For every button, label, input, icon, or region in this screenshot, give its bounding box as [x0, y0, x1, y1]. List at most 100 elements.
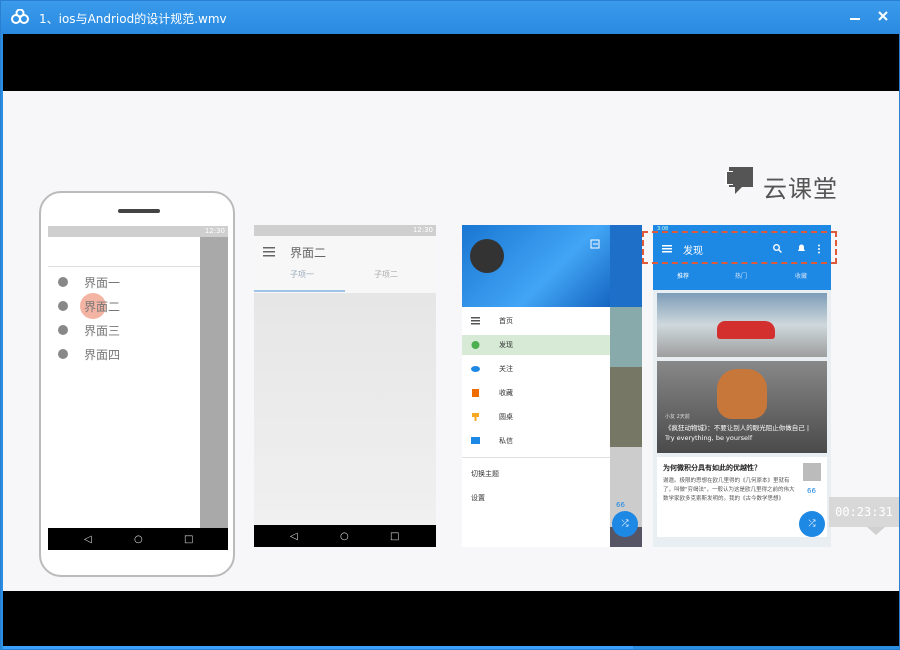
baidu-cloud-icon [11, 9, 29, 24]
status-time: 12:30 [412, 226, 433, 234]
window-title: 1、ios与Andriod的设计规范.wmv [39, 12, 227, 26]
fox-image [717, 369, 767, 419]
drawer-item-follow[interactable]: 关注 [462, 359, 610, 379]
status-bar: 12:30 [254, 225, 436, 236]
highlight-dashed-box [642, 231, 837, 264]
recents-icon: □ [184, 534, 194, 545]
content-behind-drawer: 66 ⤮ [610, 225, 642, 547]
image-behind [610, 307, 642, 367]
roundtable-icon [472, 413, 479, 421]
tab-hot[interactable]: 热门 [735, 271, 747, 280]
answer-count: 66 [616, 501, 625, 509]
image-behind-2 [610, 367, 642, 447]
player-window: 1、ios与Andriod的设计规范.wmv 云课堂 12:30 界面一 界面二… [0, 0, 900, 650]
back-icon: ◁ [290, 531, 298, 542]
fab-shuffle-button[interactable]: ⤮ [799, 511, 825, 537]
back-icon: ◁ [84, 534, 92, 545]
home-icon: ○ [340, 531, 349, 542]
card-meta: 小友 2天前 [665, 414, 690, 420]
menu-item-label: 界面一 [84, 276, 121, 290]
lecture-slide: 云课堂 12:30 界面一 界面二 界面三 界面四 ◁ ○ □ 12:30 界面… [3, 91, 899, 591]
card-title: 《疯狂动物城》：不要让别人的眼光阻止你做自己 | Try everything,… [665, 424, 810, 442]
drawer-item-label: 发现 [499, 341, 513, 349]
android-nav-bar: ◁ ○ □ [254, 525, 436, 547]
cloud-classroom-logo-icon [725, 167, 753, 194]
divider [462, 457, 610, 458]
home-icon: ○ [134, 534, 143, 545]
speaker [118, 209, 160, 213]
content-area [254, 293, 436, 525]
drawer-item-messages[interactable]: 私信 [462, 431, 610, 451]
status-time: 12:30 [204, 227, 225, 235]
recents-icon: □ [390, 531, 400, 542]
drawer-scrim [200, 237, 228, 528]
tab-2[interactable]: 子项二 [374, 269, 398, 280]
drawer-item-roundtable[interactable]: 圆桌 [462, 407, 610, 427]
logout-icon[interactable] [590, 239, 600, 249]
progress-bar[interactable] [3, 646, 633, 649]
tooltip-pointer [867, 527, 885, 535]
bullet-icon [58, 349, 68, 359]
drawer-item-label: 设置 [471, 494, 485, 502]
car-image [717, 321, 775, 339]
minimize-icon [850, 18, 860, 20]
navigation-drawer: 首页 发现 关注 收藏 圆桌 私信 切换主题 设置 [462, 225, 610, 547]
tab-favorites[interactable]: 收藏 [795, 271, 807, 280]
menu-item-label: 界面四 [84, 348, 121, 362]
drawer-header [48, 237, 200, 267]
close-button[interactable] [872, 7, 894, 27]
compass-icon [471, 341, 480, 349]
app-bar: 界面二 子项一 子项二 [254, 236, 436, 293]
logo-text: 云课堂 [763, 175, 838, 203]
list-icon [471, 317, 480, 325]
drawer-item-favorites[interactable]: 收藏 [462, 383, 610, 403]
drawer-item-home[interactable]: 首页 [462, 311, 610, 331]
tab-recommend[interactable]: 推荐 [677, 271, 689, 280]
bullet-icon [58, 301, 68, 311]
screen-discover: 3:08 发现 推荐 热门 收藏 小友 2天前 《疯狂动物城》：不要让别人的眼光… [653, 225, 831, 547]
video-area[interactable]: 云课堂 12:30 界面一 界面二 界面三 界面四 ◁ ○ □ 12:30 界面… [3, 34, 899, 646]
screen-tabs: 12:30 界面二 子项一 子项二 ◁ ○ □ [254, 225, 436, 547]
menu-item-label: 界面三 [84, 324, 121, 338]
bookmark-icon [472, 389, 479, 397]
drawer-item-settings[interactable]: 设置 [462, 488, 610, 508]
bullet-icon [58, 277, 68, 287]
tab-indicator [254, 290, 345, 292]
phone-mockup: 12:30 界面一 界面二 界面三 界面四 ◁ ○ □ [39, 191, 235, 577]
car-image-card[interactable] [657, 293, 827, 357]
appbar-behind [610, 225, 642, 307]
drawer-item-label: 切换主题 [471, 470, 499, 478]
drawer-item-label: 私信 [499, 437, 513, 445]
tab-1[interactable]: 子项一 [290, 269, 314, 280]
drawer-item-label: 首页 [499, 317, 513, 325]
hamburger-menu-icon[interactable] [263, 247, 275, 257]
card-excerpt: 谢邀。极限的思想在欧几里得的《几何原本》里就有了，叫做"穷竭法"，一般认为这是欧… [663, 478, 795, 502]
menu-item-label: 界面二 [84, 300, 121, 314]
article-card[interactable]: 小友 2天前 《疯狂动物城》：不要让别人的眼光阻止你做自己 | Try ever… [657, 361, 827, 453]
close-icon [878, 11, 888, 21]
answer-count: 66 [807, 487, 816, 495]
phone1-screen: 12:30 界面一 界面二 界面三 界面四 ◁ ○ □ [48, 226, 228, 550]
title-bar[interactable]: 1、ios与Andriod的设计规范.wmv [1, 1, 900, 34]
app-bar-title: 界面二 [290, 246, 327, 260]
shuffle-icon: ⤮ [808, 519, 816, 529]
card-title: 为何微积分具有如此的优越性？ [663, 464, 761, 472]
status-bar: 12:30 [48, 226, 228, 237]
screen-drawer: 66 ⤮ 首页 发现 关注 收藏 圆桌 私信 切换主题 设置 [462, 225, 642, 547]
drawer-header [462, 225, 610, 307]
avatar[interactable] [470, 239, 504, 273]
drawer-item-discover[interactable]: 发现 [462, 335, 610, 355]
fab-shuffle-button[interactable]: ⤮ [612, 511, 638, 537]
drawer-item-theme[interactable]: 切换主题 [462, 464, 610, 484]
minimize-button[interactable] [844, 7, 866, 27]
drawer-item-label: 圆桌 [499, 413, 513, 421]
drawer-item-label: 关注 [499, 365, 513, 373]
drawer-item-label: 收藏 [499, 389, 513, 397]
shuffle-icon: ⤮ [621, 519, 629, 529]
bullet-icon [58, 325, 68, 335]
android-nav-bar: ◁ ○ □ [48, 528, 228, 550]
timestamp-tooltip: 00:23:31 [829, 497, 899, 527]
author-avatar [803, 463, 821, 481]
message-icon [471, 437, 480, 444]
eye-icon [471, 366, 480, 372]
